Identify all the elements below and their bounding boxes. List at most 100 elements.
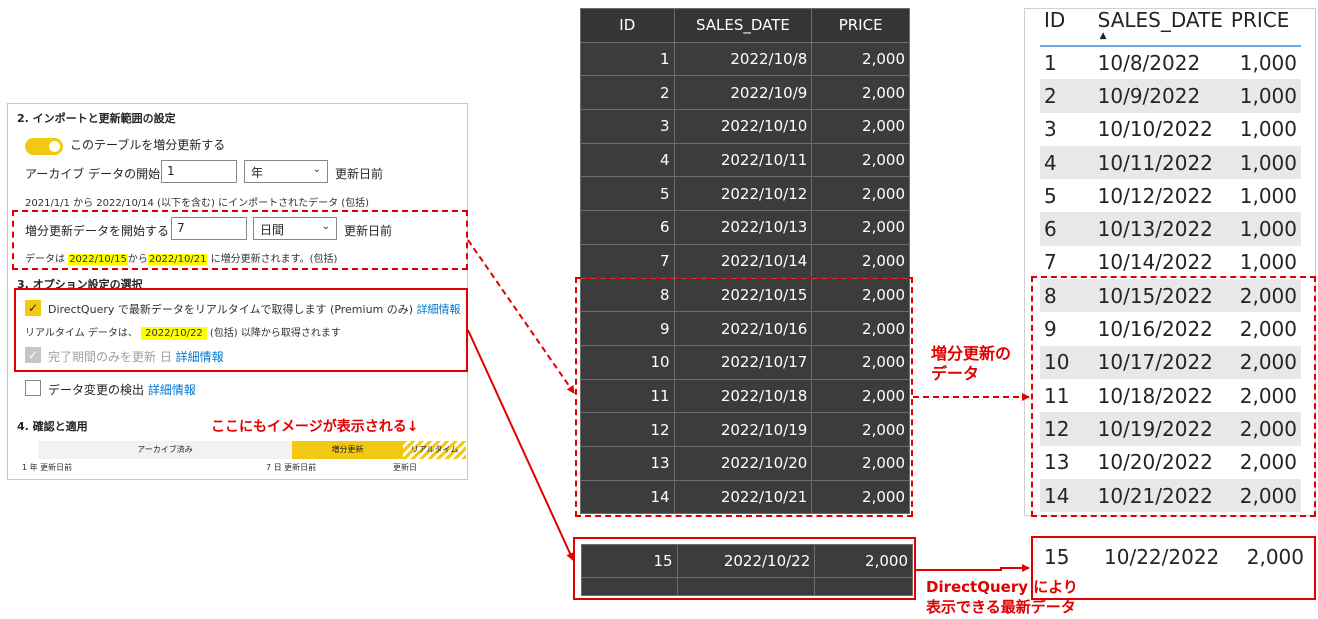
cell-sales-date: 2022/10/10: [673, 109, 813, 144]
cell-price: 2,000: [811, 75, 910, 111]
cell-sales-date: 10/8/2022: [1097, 51, 1201, 76]
header-sales-date-label: SALES_DATE: [1097, 8, 1223, 32]
table-row: 1 10/8/2022 1,000: [1040, 46, 1301, 79]
table-row: 4 2022/10/11 2,000: [580, 142, 910, 178]
header-price: PRICE: [811, 8, 910, 43]
cell-price: 2,000: [811, 142, 910, 178]
table-row: 7 2022/10/14 2,000: [580, 243, 910, 279]
table-row: 6 10/13/2022 1,000: [1040, 212, 1301, 246]
table-row: 3 2022/10/10 2,000: [580, 109, 910, 144]
cell-id: 2: [1040, 79, 1094, 113]
cell-id: 5: [580, 176, 675, 212]
chevron-down-icon: ⌄: [312, 164, 321, 175]
table-row: 5 10/12/2022 1,000: [1040, 179, 1301, 212]
cell-sales-date: 2022/10/13: [673, 210, 813, 245]
cell-id: 4: [580, 142, 675, 178]
cell-price: 2,000: [811, 109, 910, 144]
table-row: 3 10/10/2022 1,000: [1040, 113, 1301, 146]
detect-changes-learn-more-link[interactable]: 詳細情報: [148, 383, 196, 397]
archive-label: アーカイブ データの開始: [25, 167, 161, 181]
cell-price: 2,000: [811, 210, 910, 245]
cell-sales-date: 10/10/2022: [1097, 117, 1213, 142]
cell-price: 2,000: [811, 176, 910, 212]
cell-sales-date: 10/13/2022: [1093, 212, 1227, 246]
image-note-annotation: ここにもイメージが表示される↓: [211, 419, 419, 435]
cell-sales-date: 10/11/2022: [1093, 145, 1227, 180]
arrow-directquery-to-dark: [467, 329, 574, 561]
cell-id: 3: [1044, 117, 1057, 142]
table-row: 1 2022/10/8 2,000: [580, 41, 910, 77]
cell-price: 1,000: [1239, 51, 1297, 76]
incremental-annotation-line2: データ: [931, 364, 980, 383]
cell-sales-date: 2022/10/9: [673, 75, 813, 111]
toggle-label: このテーブルを増分更新する: [70, 138, 226, 152]
dark-incremental-box: [575, 277, 913, 517]
table-header-row: ID SALES_DATE PRICE: [580, 8, 910, 43]
detect-changes-row: データ変更の検出 詳細情報: [48, 381, 196, 398]
header-sales-date[interactable]: SALES_DATE ▲: [1093, 8, 1227, 47]
table-header-row: ID SALES_DATE ▲ PRICE: [1040, 8, 1301, 47]
archive-suffix: 更新日前: [335, 167, 384, 181]
cell-id: 5: [1044, 183, 1057, 208]
directquery-highlight-box: [14, 288, 468, 372]
incremental-highlight-box: [12, 210, 468, 270]
cell-id: 6: [1040, 212, 1094, 246]
dq-annotation-line1: DirectQuery により: [926, 578, 1078, 596]
section-2-title: 2. インポートと更新範囲の設定: [17, 112, 176, 125]
cell-sales-date: 2022/10/14: [673, 243, 813, 279]
dq-annotation-line2: 表示できる最新データ: [926, 598, 1076, 616]
refresh-timeline: アーカイブ済み 増分更新 リアルタイム: [38, 441, 466, 459]
archive-unit-select[interactable]: 年 ⌄: [244, 160, 328, 183]
light-incremental-box: [1031, 276, 1316, 517]
header-id[interactable]: ID: [1040, 8, 1094, 47]
cell-price: 1,000: [1226, 79, 1301, 113]
timeline-label-mid: 7 日 更新日前: [266, 463, 317, 472]
cell-sales-date: 10/9/2022: [1093, 79, 1227, 113]
header-id: ID: [580, 8, 675, 43]
cell-id: 3: [580, 109, 675, 144]
cell-id: 6: [580, 210, 675, 245]
table-row: 4 10/11/2022 1,000: [1040, 145, 1301, 180]
cell-sales-date: 10/14/2022: [1097, 250, 1213, 275]
cell-sales-date: 2022/10/11: [673, 142, 813, 178]
timeline-realtime: リアルタイム: [403, 441, 466, 459]
cell-sales-date: 10/12/2022: [1097, 183, 1213, 208]
dark-realtime-box: [573, 537, 916, 600]
table-row: 5 2022/10/12 2,000: [580, 176, 910, 212]
cell-price: 1,000: [1226, 212, 1301, 246]
incremental-data-annotation: 増分更新の データ: [931, 344, 1011, 384]
detect-changes-checkbox[interactable]: [25, 380, 41, 396]
cell-price: 2,000: [811, 41, 910, 77]
toggle-knob: [49, 141, 60, 152]
cell-sales-date: 2022/10/12: [673, 176, 813, 212]
cell-id: 1: [1044, 51, 1057, 76]
cell-price: 1,000: [1226, 145, 1301, 180]
timeline-incremental: 増分更新: [292, 441, 403, 459]
cell-price: 1,000: [1239, 183, 1297, 208]
cell-id: 4: [1040, 145, 1094, 180]
arrow-dark-to-light-realtime: [916, 564, 1030, 572]
archive-unit-value: 年: [251, 166, 264, 180]
cell-price: 2,000: [811, 243, 910, 279]
arrow-incremental-to-dark: [467, 239, 575, 394]
timeline-archived: アーカイブ済み: [38, 441, 292, 459]
cell-id: 1: [580, 41, 675, 77]
cell-id: 7: [580, 243, 675, 279]
table-row: 2 10/9/2022 1,000: [1040, 79, 1301, 113]
archive-info: 2021/1/1 から 2022/10/14 (以下を含む) にインポートされた…: [25, 198, 370, 209]
table-row: 7 10/14/2022 1,000: [1040, 246, 1301, 279]
sort-ascending-icon: ▲: [1099, 31, 1107, 41]
cell-price: 1,000: [1239, 250, 1297, 275]
cell-id: 7: [1044, 250, 1057, 275]
archive-period-input[interactable]: 1: [161, 160, 237, 183]
table-row: 6 2022/10/13 2,000: [580, 210, 910, 245]
cell-id: 2: [580, 75, 675, 111]
timeline-label-left: 1 年 更新日前: [22, 463, 73, 472]
incremental-annotation-line1: 増分更新の: [931, 344, 1012, 363]
incremental-refresh-toggle[interactable]: [25, 138, 63, 155]
timeline-label-right: 更新日: [393, 463, 417, 472]
directquery-data-annotation: DirectQuery により 表示できる最新データ: [926, 577, 1078, 617]
cell-price: 1,000: [1239, 117, 1297, 142]
cell-sales-date: 2022/10/8: [673, 41, 813, 77]
header-price[interactable]: PRICE: [1226, 8, 1301, 47]
